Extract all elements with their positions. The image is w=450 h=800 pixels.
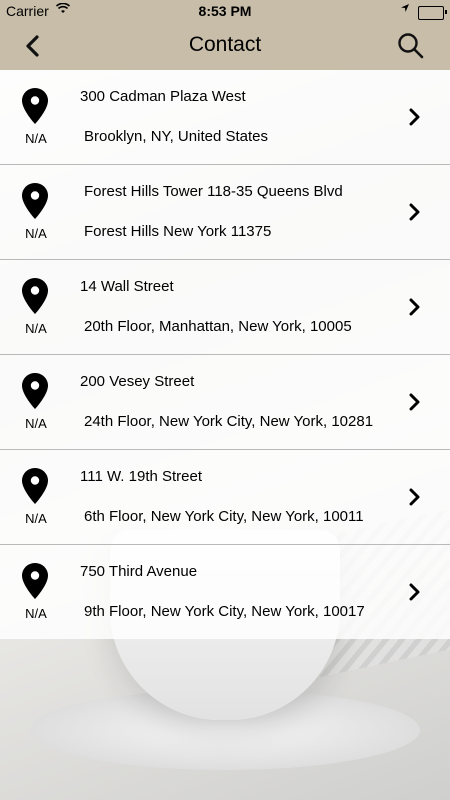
status-bar: Carrier 8:53 PM	[0, 0, 450, 22]
address-line-2: Forest Hills New York 11375	[84, 223, 272, 240]
list-item[interactable]: N/A 111 W. 19th Street 6th Floor, New Yo…	[0, 450, 450, 545]
map-pin-icon	[22, 278, 48, 314]
address-line-2: 24th Floor, New York City, New York, 102…	[84, 413, 374, 430]
address-line-1: 14 Wall Street	[80, 278, 174, 295]
distance-label: N/A	[25, 416, 47, 431]
chevron-right-icon	[409, 583, 420, 601]
chevron-right-icon	[409, 203, 420, 221]
map-pin-icon	[22, 88, 48, 124]
distance-label: N/A	[25, 321, 47, 336]
address-line-2: 9th Floor, New York City, New York, 1001…	[84, 603, 365, 620]
address-line-1: 111 W. 19th Street	[80, 468, 203, 485]
address-line-2: 20th Floor, Manhattan, New York, 10005	[84, 318, 352, 335]
list-item[interactable]: N/A 14 Wall Street 20th Floor, Manhattan…	[0, 260, 450, 355]
list-item[interactable]: N/A 200 Vesey Street 24th Floor, New Yor…	[0, 355, 450, 450]
address-line-2: Brooklyn, NY, United States	[84, 128, 268, 145]
address-line-1: 300 Cadman Plaza West	[80, 88, 246, 105]
chevron-right-icon	[409, 298, 420, 316]
list-item[interactable]: N/A 300 Cadman Plaza West Brooklyn, NY, …	[0, 70, 450, 165]
list-item[interactable]: N/A 750 Third Avenue 9th Floor, New York…	[0, 545, 450, 639]
distance-label: N/A	[25, 131, 47, 146]
distance-label: N/A	[25, 511, 47, 526]
chevron-right-icon	[409, 108, 420, 126]
distance-label: N/A	[25, 226, 47, 241]
chevron-right-icon	[409, 488, 420, 506]
address-line-1: Forest Hills Tower 118-35 Queens Blvd	[84, 183, 343, 200]
address-line-2: 6th Floor, New York City, New York, 1001…	[84, 508, 364, 525]
address-line-1: 200 Vesey Street	[80, 373, 195, 390]
search-icon	[398, 33, 424, 59]
battery-cap	[445, 10, 447, 14]
map-pin-icon	[22, 468, 48, 504]
location-arrow-icon	[400, 3, 410, 16]
page-title: Contact	[188, 33, 262, 56]
battery-icon	[418, 6, 447, 20]
map-pin-icon	[22, 373, 48, 409]
chevron-right-icon	[409, 393, 420, 411]
clock-time: 8:53 PM	[198, 3, 252, 19]
search-button[interactable]	[396, 31, 426, 61]
list-item[interactable]: N/A Forest Hills Tower 118-35 Queens Blv…	[0, 165, 450, 260]
map-pin-icon	[22, 183, 48, 219]
map-pin-icon	[22, 563, 48, 599]
navigation-bar: Contact	[0, 22, 450, 70]
location-list: N/A 300 Cadman Plaza West Brooklyn, NY, …	[0, 70, 450, 639]
distance-label: N/A	[25, 606, 47, 621]
address-line-1: 750 Third Avenue	[80, 563, 198, 580]
